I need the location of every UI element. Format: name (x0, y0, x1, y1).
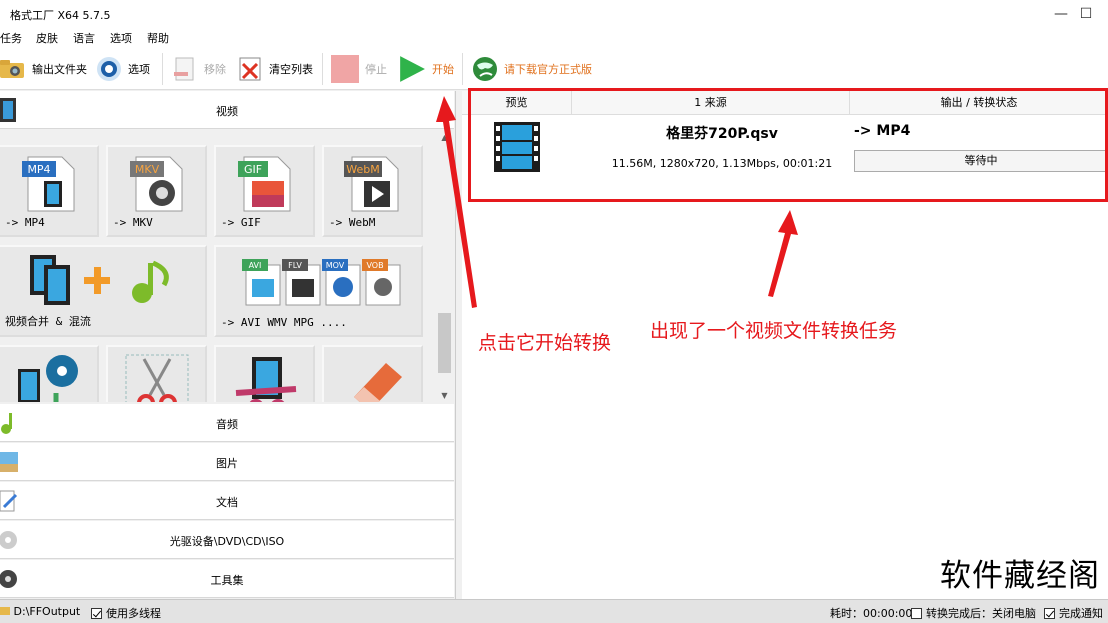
shutdown-checkbox[interactable] (911, 608, 922, 619)
annotation-arrows (0, 0, 1108, 623)
notify-label: 完成通知 (1059, 607, 1103, 620)
output-path[interactable]: D:\FFOutput (0, 605, 80, 618)
multithread-checkbox[interactable] (91, 608, 102, 619)
shutdown-option[interactable]: 转换完成后：关闭电脑 (911, 605, 1036, 621)
arrow-to-task (768, 210, 798, 297)
notify-checkbox[interactable] (1044, 608, 1055, 619)
multithread-option[interactable]: 使用多线程 (91, 605, 161, 621)
output-path-label: D:\FFOutput (14, 605, 81, 618)
annotation-click-start: 点击它开始转换 (478, 328, 611, 355)
shutdown-label: 转换完成后：关闭电脑 (926, 607, 1036, 620)
elapsed-time: 耗时：00:00:00 (830, 605, 912, 621)
annotation-task-appeared: 出现了一个视频文件转换任务 (650, 316, 897, 343)
multithread-label: 使用多线程 (106, 607, 161, 620)
folder-icon (0, 605, 10, 616)
notify-option[interactable]: 完成通知 (1044, 605, 1103, 621)
watermark: 软件藏经阁 (940, 550, 1100, 595)
arrow-to-start-button (436, 96, 477, 308)
status-bar: D:\FFOutput 使用多线程 耗时：00:00:00 转换完成后：关闭电脑… (0, 599, 1108, 623)
